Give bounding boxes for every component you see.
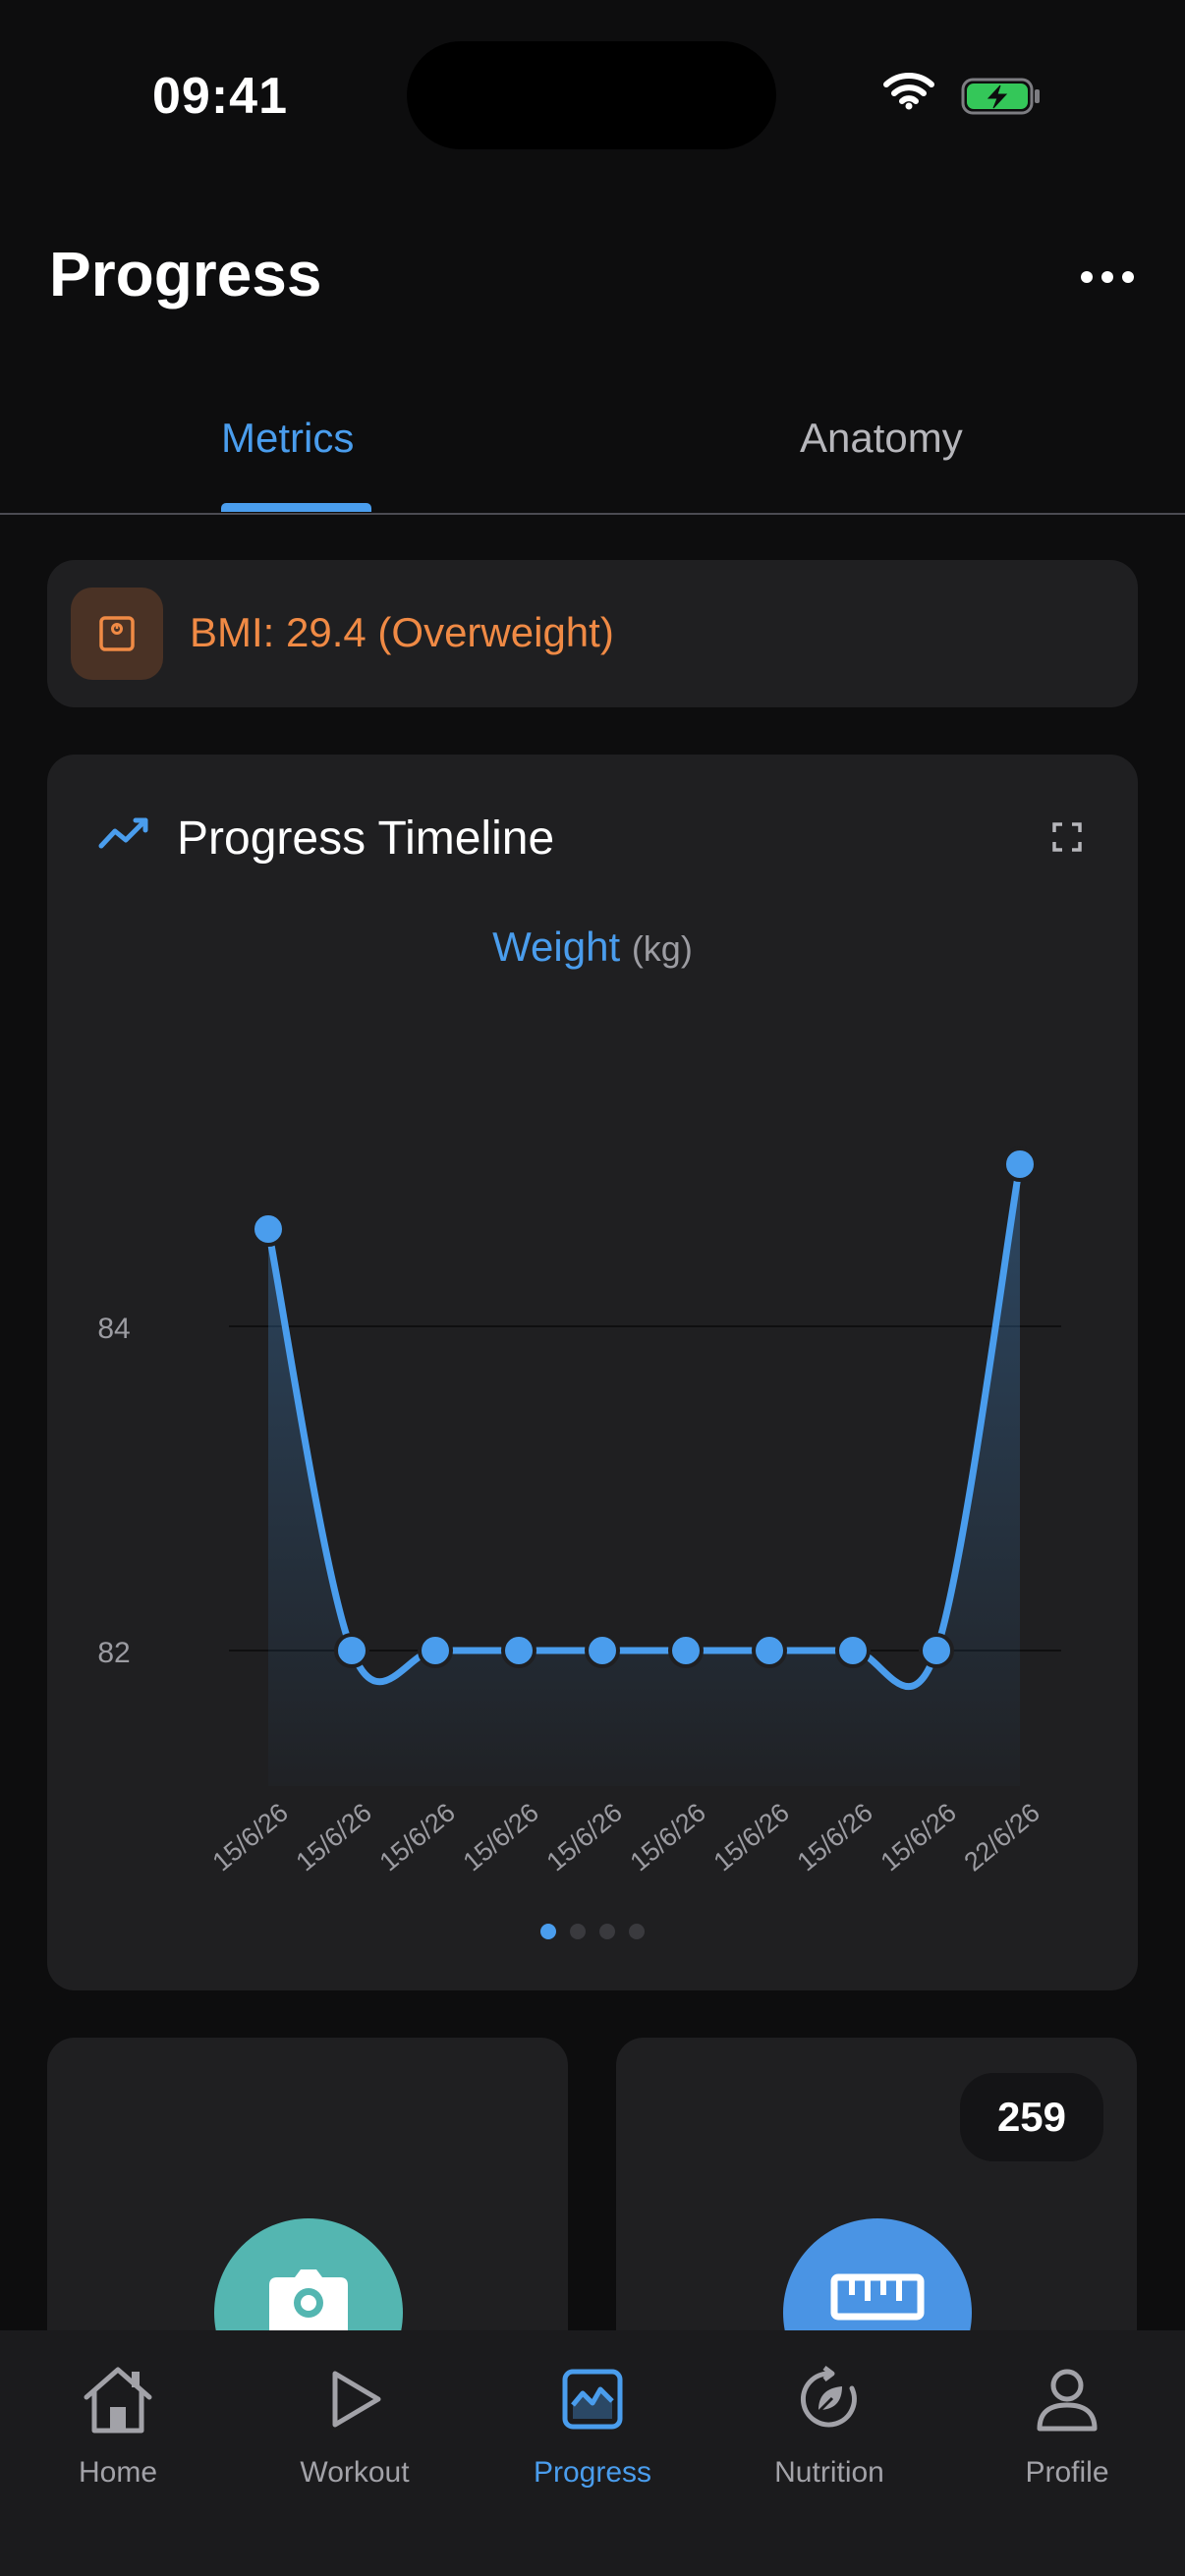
x-tick-label: 15/6/26 <box>708 1798 795 1877</box>
more-dot-icon <box>1081 271 1093 283</box>
nav-home[interactable]: Home <box>0 2350 236 2490</box>
data-point <box>752 1633 787 1668</box>
x-tick-label: 15/6/26 <box>875 1798 962 1877</box>
nav-profile[interactable]: Profile <box>949 2350 1185 2490</box>
chart-page-indicator[interactable] <box>47 1924 1138 1939</box>
data-point <box>251 1211 286 1247</box>
progress-timeline-card: Progress Timeline Weight (kg) 82 84 15/6/2… <box>47 755 1138 1990</box>
status-time: 09:41 <box>152 68 288 125</box>
weight-line-chart[interactable]: 828415/6/2615/6/2615/6/2615/6/2615/6/261… <box>47 755 1138 1914</box>
bmi-card[interactable]: BMI: 29.4 (Overweight) <box>47 560 1138 707</box>
nav-label: Nutrition <box>774 2456 884 2489</box>
camera-icon <box>269 2269 348 2332</box>
nav-label: Home <box>78 2456 158 2489</box>
x-tick-label: 15/6/26 <box>207 1798 294 1877</box>
page-dot[interactable] <box>540 1924 556 1939</box>
more-dot-icon <box>1101 271 1113 283</box>
data-point <box>501 1633 536 1668</box>
nav-progress[interactable]: Progress <box>475 2350 710 2490</box>
data-point <box>585 1633 620 1668</box>
home-icon <box>84 2367 152 2434</box>
active-tab-indicator <box>221 503 371 512</box>
x-tick-label: 15/6/26 <box>541 1798 628 1877</box>
bottom-tab-bar: Home Workout Progress Nutrition Profile <box>0 2330 1185 2576</box>
chart-icon <box>562 2369 623 2430</box>
page-title: Progress <box>49 239 322 309</box>
bmi-value: BMI: 29.4 (Overweight) <box>190 609 614 655</box>
page-dot[interactable] <box>570 1924 586 1939</box>
dynamic-island <box>407 41 776 149</box>
page-dot[interactable] <box>629 1924 645 1939</box>
play-icon <box>332 2371 381 2428</box>
more-options-button[interactable] <box>1081 257 1146 297</box>
data-point <box>919 1633 954 1668</box>
more-dot-icon <box>1122 271 1134 283</box>
data-point <box>668 1633 704 1668</box>
data-point <box>1002 1147 1038 1182</box>
ruler-icon <box>830 2273 925 2321</box>
segment-tabs: Metrics Anatomy <box>0 393 1185 515</box>
nutrition-icon <box>800 2366 857 2428</box>
wifi-icon <box>883 73 934 110</box>
nav-workout[interactable]: Workout <box>237 2350 473 2490</box>
tab-anatomy[interactable]: Anatomy <box>800 415 963 462</box>
y-tick-label: 84 <box>97 1313 130 1345</box>
x-tick-label: 22/6/26 <box>959 1798 1045 1877</box>
measurement-count-badge: 259 <box>960 2073 1103 2161</box>
x-tick-label: 15/6/26 <box>374 1798 461 1877</box>
nav-nutrition[interactable]: Nutrition <box>711 2350 947 2490</box>
tab-metrics[interactable]: Metrics <box>221 415 354 462</box>
page-dot[interactable] <box>599 1924 615 1939</box>
area-fill <box>268 1164 1020 1786</box>
data-point <box>835 1633 871 1668</box>
data-point <box>334 1633 369 1668</box>
nav-label: Workout <box>300 2456 410 2489</box>
scale-icon <box>71 588 163 680</box>
data-point <box>418 1633 453 1668</box>
x-tick-label: 15/6/26 <box>625 1798 711 1877</box>
battery-icon <box>961 78 1040 115</box>
person-icon <box>1037 2369 1098 2432</box>
status-bar: 09:41 <box>0 0 1185 187</box>
nav-label: Progress <box>533 2456 652 2489</box>
x-tick-label: 15/6/26 <box>792 1798 878 1877</box>
y-tick-label: 82 <box>97 1637 130 1669</box>
nav-label: Profile <box>1025 2456 1109 2489</box>
series-line <box>264 1163 1024 1691</box>
x-tick-label: 15/6/26 <box>291 1798 377 1877</box>
x-tick-label: 15/6/26 <box>458 1798 544 1877</box>
